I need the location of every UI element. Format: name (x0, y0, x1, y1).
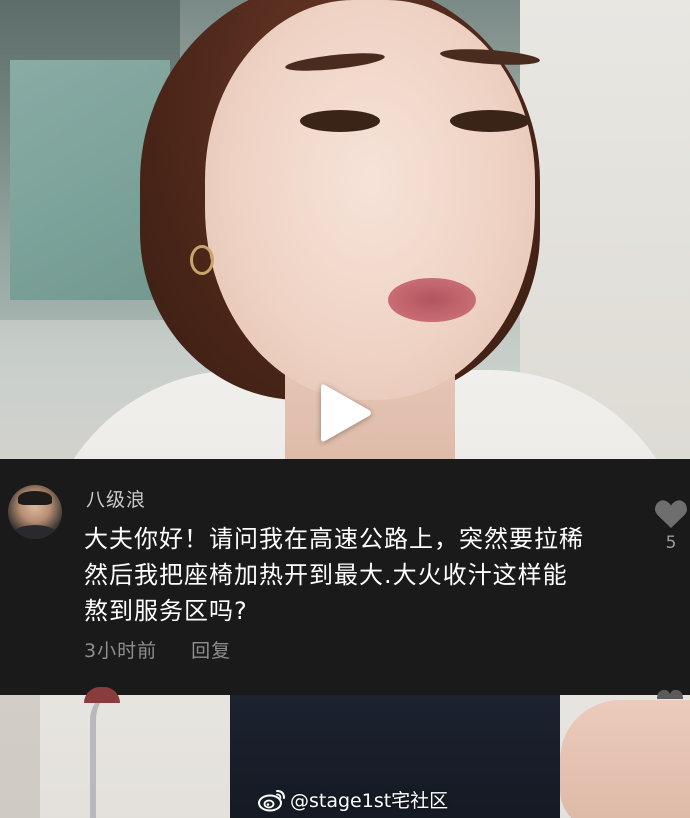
like-count: 5 (665, 533, 677, 553)
presenter-eye (450, 110, 530, 132)
avatar-hair (18, 491, 52, 505)
heart-icon (654, 500, 688, 528)
avatar[interactable] (8, 485, 62, 539)
comment-meta: 3小时前 回复 (84, 636, 231, 663)
watermark-text: @stage1st宅社区 (290, 790, 449, 812)
comment-time: 3小时前 (84, 640, 158, 662)
next-comment-avatar (84, 687, 120, 703)
stethoscope (90, 690, 146, 818)
comment-card: 八级浪 大夫你好！请问我在高速公路上，突然要拉稀 然后我把座椅加热开到最大.大火… (0, 459, 690, 703)
reply-button[interactable]: 回复 (191, 636, 231, 663)
watermark: @stage1st宅社区 (258, 786, 448, 813)
earring (190, 245, 214, 275)
presenter-mouth (388, 278, 476, 322)
comment-text: 大夫你好！请问我在高速公路上，突然要拉稀 然后我把座椅加热开到最大.大火收汁这样… (84, 525, 584, 625)
heart-icon (657, 689, 683, 699)
presenter-eye (300, 110, 380, 132)
avatar-shirt (12, 525, 58, 539)
play-icon (321, 384, 371, 442)
weibo-logo-icon (258, 789, 285, 811)
comment-username[interactable]: 八级浪 (86, 485, 146, 512)
presenter-hand (560, 700, 690, 818)
play-button[interactable] (313, 378, 377, 448)
like-button[interactable]: 5 (653, 499, 689, 569)
